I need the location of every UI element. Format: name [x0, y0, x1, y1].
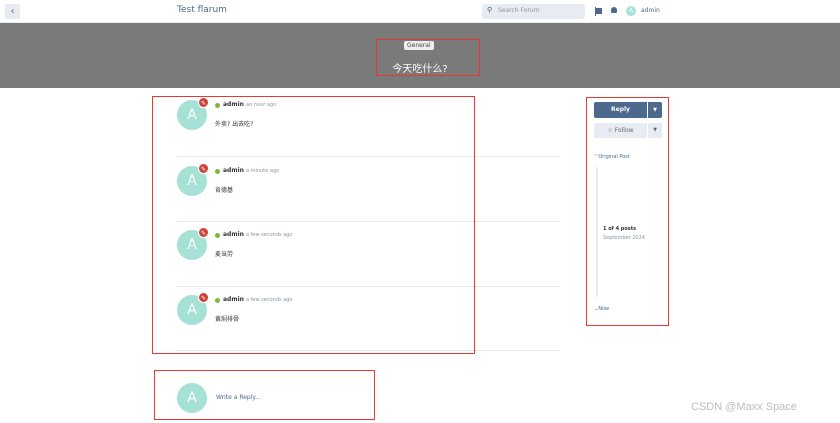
annotation-box [586, 97, 669, 326]
annotation-box [376, 39, 480, 76]
watermark: CSDN @Maxx Space [691, 401, 797, 413]
user-name[interactable]: admin [641, 7, 660, 14]
back-button[interactable]: ‹ [5, 4, 20, 19]
search-placeholder: Search Forum [498, 7, 540, 14]
flag-icon[interactable] [595, 7, 602, 16]
bell-icon[interactable] [611, 7, 617, 13]
search-icon: ⚲ [487, 6, 493, 14]
site-title[interactable]: Test flarum [177, 5, 227, 15]
header-bar: ‹ Test flarum ⚲ Search Forum A admin [0, 0, 840, 23]
user-avatar[interactable]: A [626, 6, 636, 16]
annotation-box [152, 96, 475, 354]
search-input[interactable]: ⚲ Search Forum [482, 4, 585, 19]
annotation-box [154, 370, 375, 420]
chevron-left-icon: ‹ [10, 6, 15, 17]
